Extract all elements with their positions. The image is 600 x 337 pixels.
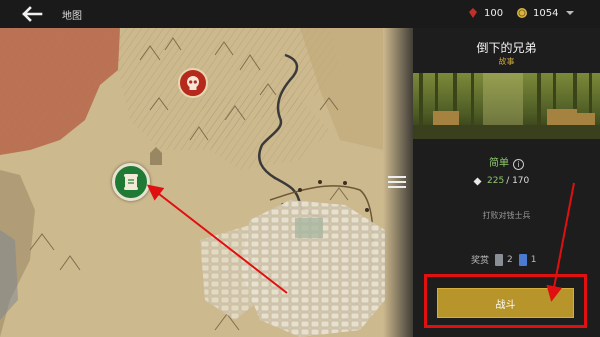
coin-counter[interactable]: 1054 xyxy=(516,7,558,19)
grey-card-icon xyxy=(495,253,504,266)
mission-preview-image xyxy=(413,73,600,139)
mission-title: 倒下的兄弟 xyxy=(476,41,537,55)
rewards-label: 奖赏 xyxy=(471,256,490,266)
mission-type-label: 故事 xyxy=(498,57,515,66)
back-button[interactable] xyxy=(20,4,44,24)
world-map[interactable] xyxy=(0,0,413,337)
reward-blue-count: 1 xyxy=(530,254,537,265)
gem-count: 100 xyxy=(484,7,504,19)
power-required: / 170 xyxy=(506,176,530,186)
power-current: 225 xyxy=(487,176,505,186)
mission-objective: 打败对钱士兵 xyxy=(482,211,531,220)
reward-grey-count: 2 xyxy=(507,254,513,265)
gem-icon xyxy=(469,8,477,18)
coin-count: 1054 xyxy=(533,7,559,19)
power-diamond-icon xyxy=(473,177,482,185)
coin-icon xyxy=(517,8,527,18)
page-title: 地图 xyxy=(62,11,82,22)
enemy-map-marker[interactable] xyxy=(178,68,208,98)
skull-icon xyxy=(187,76,199,90)
story-map-marker[interactable] xyxy=(112,163,150,201)
battle-button[interactable]: 战斗 xyxy=(437,288,574,318)
gem-counter[interactable]: 100 xyxy=(467,7,503,19)
chevron-down-icon[interactable] xyxy=(565,8,575,18)
power-requirement: 225 / 170 xyxy=(473,176,529,186)
map-terrain xyxy=(0,0,413,337)
difficulty-label: 简单 i xyxy=(413,154,600,170)
info-icon[interactable]: i xyxy=(513,159,524,170)
scroll-icon xyxy=(124,174,138,190)
rewards-row: 奖赏 2 1 xyxy=(471,253,536,266)
hamburger-menu-icon[interactable] xyxy=(388,176,406,190)
back-arrow-icon xyxy=(22,6,43,22)
top-bar: 地图 100 1054 xyxy=(0,0,600,28)
blue-card-icon xyxy=(518,253,527,266)
